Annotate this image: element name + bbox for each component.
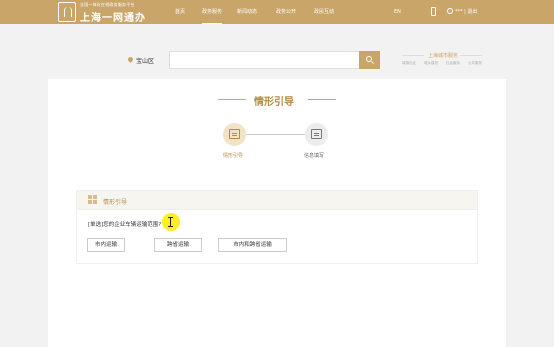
option-intra-and-inter[interactable]: 市内和跨省运输 xyxy=(218,238,287,252)
brand-link-3[interactable]: 社会服务 xyxy=(446,61,460,66)
site-logo[interactable]: 全国一体化在线政务服务平台 上海一网通办 xyxy=(58,2,158,24)
step-guide[interactable] xyxy=(223,123,246,146)
logo-subtitle: 全国一体化在线政务服务平台 xyxy=(80,2,135,7)
mobile-phone-icon[interactable] xyxy=(431,7,436,16)
user-login-logout[interactable]: *** | 退出 xyxy=(455,0,477,24)
nav-item-news[interactable]: 新闻动态 xyxy=(237,0,257,24)
search-input[interactable] xyxy=(169,51,359,69)
nav-item-interaction[interactable]: 政民互动 xyxy=(314,0,334,24)
nav-item-gov-disclosure[interactable]: 政务公开 xyxy=(276,0,296,24)
top-navigation-bar: 全国一体化在线政务服务平台 上海一网通办 首页 政务服务 新闻动态 政务公开 政… xyxy=(0,0,554,24)
brand-divider-right xyxy=(460,55,482,56)
step-info-fill[interactable] xyxy=(305,123,328,146)
grid-icon xyxy=(88,195,98,205)
nav-item-home[interactable]: 首页 xyxy=(175,0,185,24)
cursor-highlight xyxy=(162,213,180,231)
guide-card-title: 情形引导 xyxy=(103,199,128,206)
step-guide-label: 情形引导 xyxy=(223,153,244,159)
logo-title: 上海一网通办 xyxy=(80,13,146,24)
option-inter-province[interactable]: 跨省运输 xyxy=(154,238,202,252)
step-connector xyxy=(246,134,305,135)
brand-divider-left xyxy=(402,55,424,56)
location-pin-icon xyxy=(126,55,135,64)
guide-card: 情形引导 [单选]您的企业车辆运输范围? 市内运输 跨省运输 市内和跨省运输 xyxy=(76,190,478,264)
language-switch[interactable]: EN xyxy=(394,0,401,24)
guide-question: [单选]您的企业车辆运输范围? xyxy=(88,222,162,228)
form-document-icon xyxy=(311,129,322,139)
search-button[interactable] xyxy=(359,51,380,69)
section-title: 情形引导 xyxy=(254,97,294,108)
option-intra-city[interactable]: 市内运输 xyxy=(87,238,125,252)
title-line-left xyxy=(218,99,246,100)
step-info-fill-label: 信息填写 xyxy=(304,153,325,159)
guide-document-icon xyxy=(229,129,240,139)
text-cursor-icon xyxy=(168,217,173,227)
city-service-title[interactable]: 上海城市服务 xyxy=(428,52,458,59)
nav-item-gov-services[interactable]: 政务服务 xyxy=(202,0,223,24)
brand-link-1[interactable]: 城镇社区 xyxy=(402,61,416,66)
brand-link-2[interactable]: 城乡建设 xyxy=(424,61,438,66)
user-icon xyxy=(447,8,453,14)
logo-emblem-icon xyxy=(58,2,76,22)
title-line-right xyxy=(308,99,336,100)
guide-card-header: 情形引导 xyxy=(77,191,477,210)
location-selector[interactable]: 宝山区 xyxy=(136,56,154,65)
brand-link-4[interactable]: 公共服务 xyxy=(468,61,482,66)
